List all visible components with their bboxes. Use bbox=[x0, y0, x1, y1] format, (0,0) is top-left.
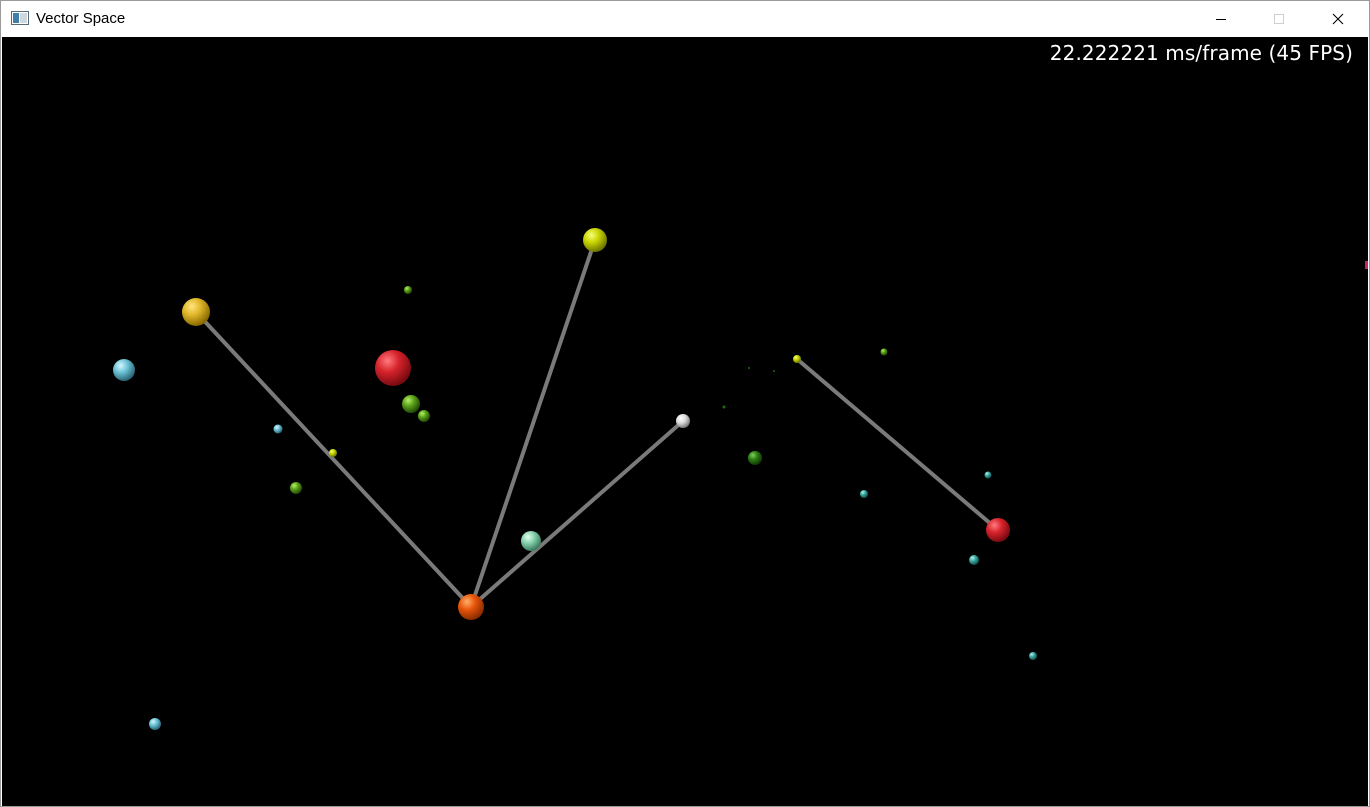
window-title: Vector Space bbox=[36, 10, 126, 27]
sphere-cyan-small bbox=[149, 718, 161, 730]
sphere-orange bbox=[458, 594, 484, 620]
sphere-green bbox=[418, 410, 430, 422]
sphere-tiny bbox=[748, 367, 750, 369]
close-icon bbox=[1332, 13, 1344, 25]
sphere-teal-small bbox=[1029, 652, 1037, 660]
sphere-green bbox=[290, 482, 302, 494]
sphere-gold bbox=[182, 298, 210, 326]
sphere-cyan bbox=[113, 359, 135, 381]
title-bar[interactable]: Vector Space bbox=[1, 1, 1369, 37]
minimize-icon bbox=[1216, 19, 1226, 20]
sphere-darkgreen-tiny bbox=[722, 405, 726, 409]
edge-marker bbox=[1365, 261, 1368, 269]
maximize-button[interactable] bbox=[1250, 1, 1308, 37]
sphere-mint bbox=[521, 531, 541, 551]
sphere-green bbox=[329, 449, 337, 457]
sphere-lime bbox=[583, 228, 607, 252]
sphere-teal-small bbox=[969, 555, 979, 565]
app-window-icon bbox=[11, 11, 29, 25]
sphere-green bbox=[402, 395, 420, 413]
sphere-darkgreen bbox=[748, 451, 762, 465]
maximize-icon bbox=[1274, 14, 1284, 24]
vector-edges bbox=[194, 238, 1000, 609]
frame-time-readout: 22.222221 ms/frame (45 FPS) bbox=[1049, 41, 1353, 65]
minimize-button[interactable] bbox=[1192, 1, 1250, 37]
edge bbox=[795, 357, 1000, 532]
sphere-tiny bbox=[773, 370, 775, 372]
sphere-teal-small bbox=[860, 490, 868, 498]
sphere-cyan-small bbox=[273, 424, 283, 434]
sphere-red-large bbox=[375, 350, 411, 386]
sphere-green bbox=[404, 286, 412, 294]
sphere-teal-small bbox=[984, 471, 992, 479]
sphere-green bbox=[880, 348, 888, 356]
sphere-red bbox=[986, 518, 1010, 542]
sphere-white bbox=[676, 414, 690, 428]
vector-scene bbox=[113, 228, 1037, 730]
close-button[interactable] bbox=[1309, 1, 1367, 37]
edge bbox=[194, 310, 473, 609]
sphere-lime-small bbox=[793, 355, 801, 363]
app-window: Vector Space 22.222221 ms/frame (45 FPS) bbox=[0, 0, 1370, 807]
render-viewport[interactable]: 22.222221 ms/frame (45 FPS) bbox=[2, 37, 1368, 806]
